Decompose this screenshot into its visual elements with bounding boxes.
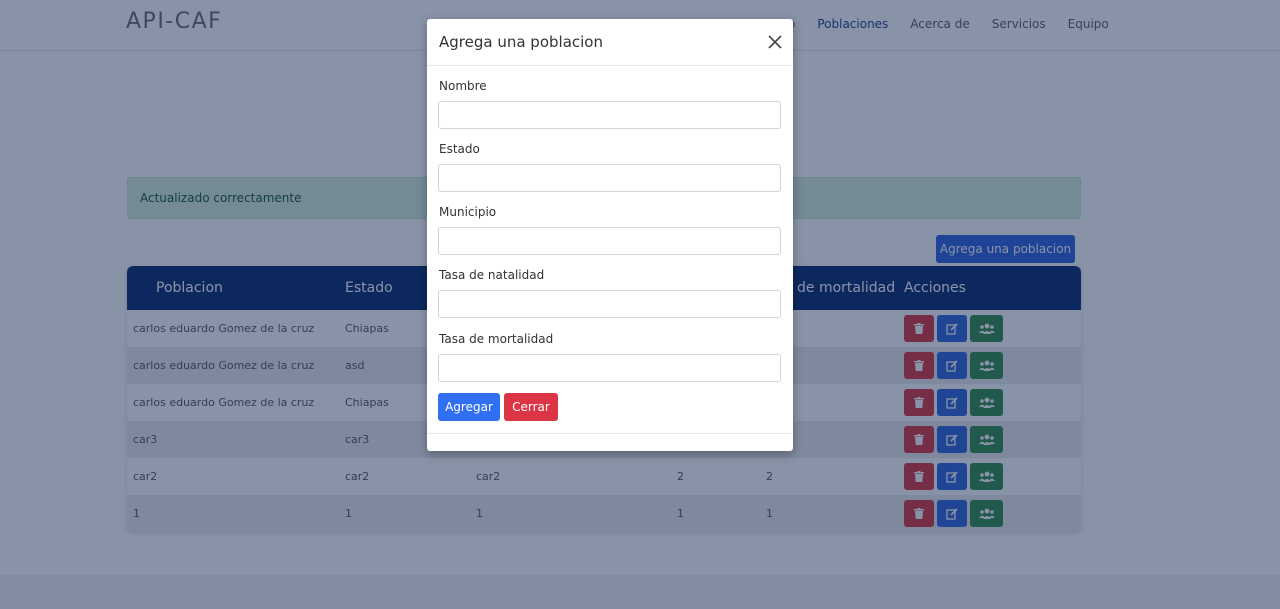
- nombre-label: Nombre: [439, 79, 487, 93]
- cerrar-button[interactable]: Cerrar: [504, 393, 558, 421]
- estado-input[interactable]: [438, 164, 781, 192]
- mortalidad-input[interactable]: [438, 354, 781, 382]
- modal-title: Agrega una poblacion: [439, 33, 603, 51]
- municipio-label: Municipio: [439, 205, 497, 219]
- close-icon[interactable]: [765, 32, 785, 52]
- mortalidad-label: Tasa de mortalidad: [439, 332, 554, 346]
- natalidad-label: Tasa de natalidad: [439, 268, 545, 282]
- modal-header: Agrega una poblacion: [427, 19, 793, 66]
- modal-footer-divider: [427, 433, 793, 434]
- agregar-button[interactable]: Agregar: [438, 393, 500, 421]
- nombre-input[interactable]: [438, 101, 781, 129]
- add-poblacion-modal: Agrega una poblacion Nombre Estado Munic…: [427, 19, 793, 451]
- estado-label: Estado: [439, 142, 480, 156]
- municipio-input[interactable]: [438, 227, 781, 255]
- natalidad-input[interactable]: [438, 290, 781, 318]
